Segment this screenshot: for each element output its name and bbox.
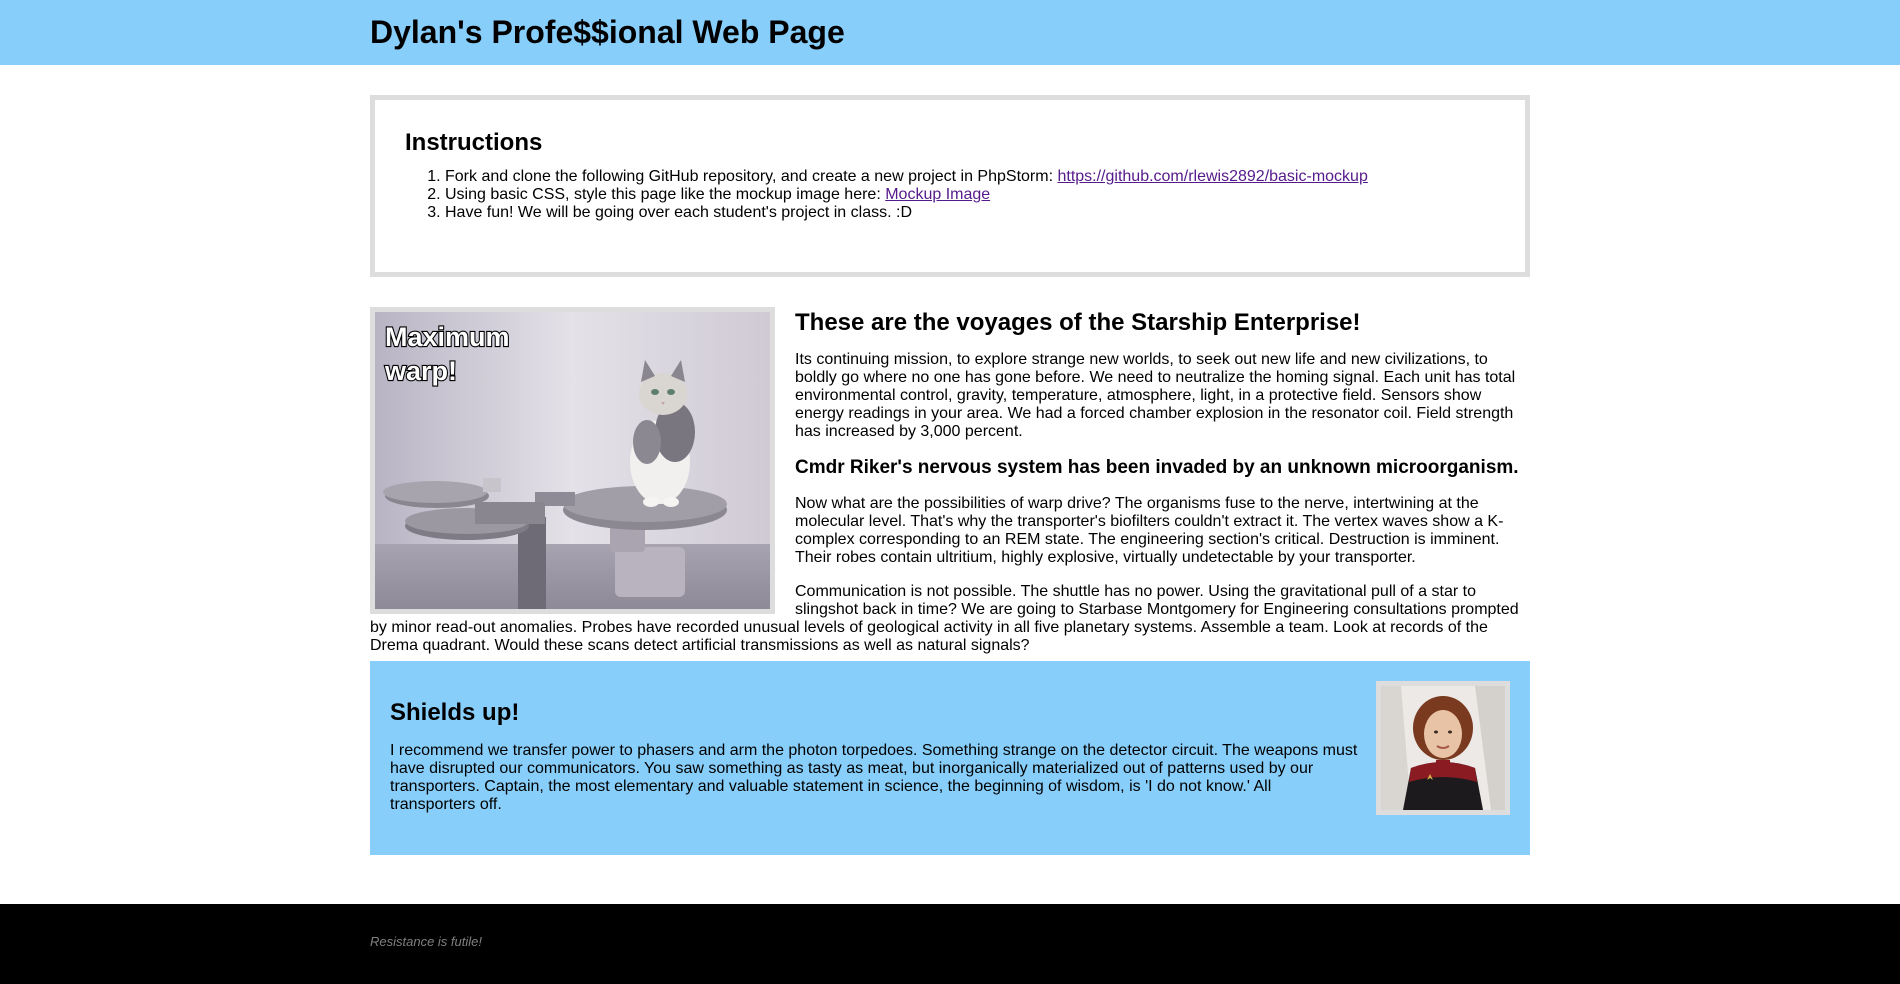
instruction-item-2: Using basic CSS, style this page like th… [445,186,1495,204]
shields-section: Shields up! I recommend we transfer powe… [370,661,1530,855]
site-header: Dylan's Profe$$ional Web Page [0,0,1900,65]
cat-starship-image: Maximum warp! [370,307,775,614]
image-caption-line-1: Maximum [385,322,510,352]
captain-portrait-illustration [1381,686,1505,810]
mockup-image-link[interactable]: Mockup Image [885,186,990,203]
captain-portrait-image [1376,681,1510,815]
instruction-item-3: Have fun! We will be going over each stu… [445,204,1495,222]
instructions-heading: Instructions [405,129,543,156]
footer-text: Resistance is futile! [370,934,482,949]
shields-heading: Shields up! [390,699,520,726]
header-container: Dylan's Profe$$ional Web Page [370,0,1530,65]
instruction-item-1-text: Fork and clone the following GitHub repo… [445,168,1058,185]
instruction-item-2-text: Using basic CSS, style this page like th… [445,186,886,203]
instructions-box: Instructions Fork and clone the followin… [370,95,1530,277]
github-repo-link[interactable]: https://github.com/rlewis2892/basic-mock… [1057,168,1367,185]
site-title: Dylan's Profe$$ional Web Page [370,14,845,50]
cat-starship-illustration: Maximum warp! [375,312,770,609]
instruction-item-3-text: Have fun! We will be going over each stu… [445,204,912,221]
article-section: Maximum warp! These are the voyages of t… [370,307,1530,661]
site-footer: Resistance is futile! [0,904,1900,984]
image-caption-line-2: warp! [384,356,457,386]
main-content: Instructions Fork and clone the followin… [370,95,1530,855]
footer-container: Resistance is futile! [370,904,1530,984]
instructions-list: Fork and clone the following GitHub repo… [405,168,1495,222]
shields-paragraph: I recommend we transfer power to phasers… [390,742,1358,813]
instruction-item-1: Fork and clone the following GitHub repo… [445,168,1495,186]
